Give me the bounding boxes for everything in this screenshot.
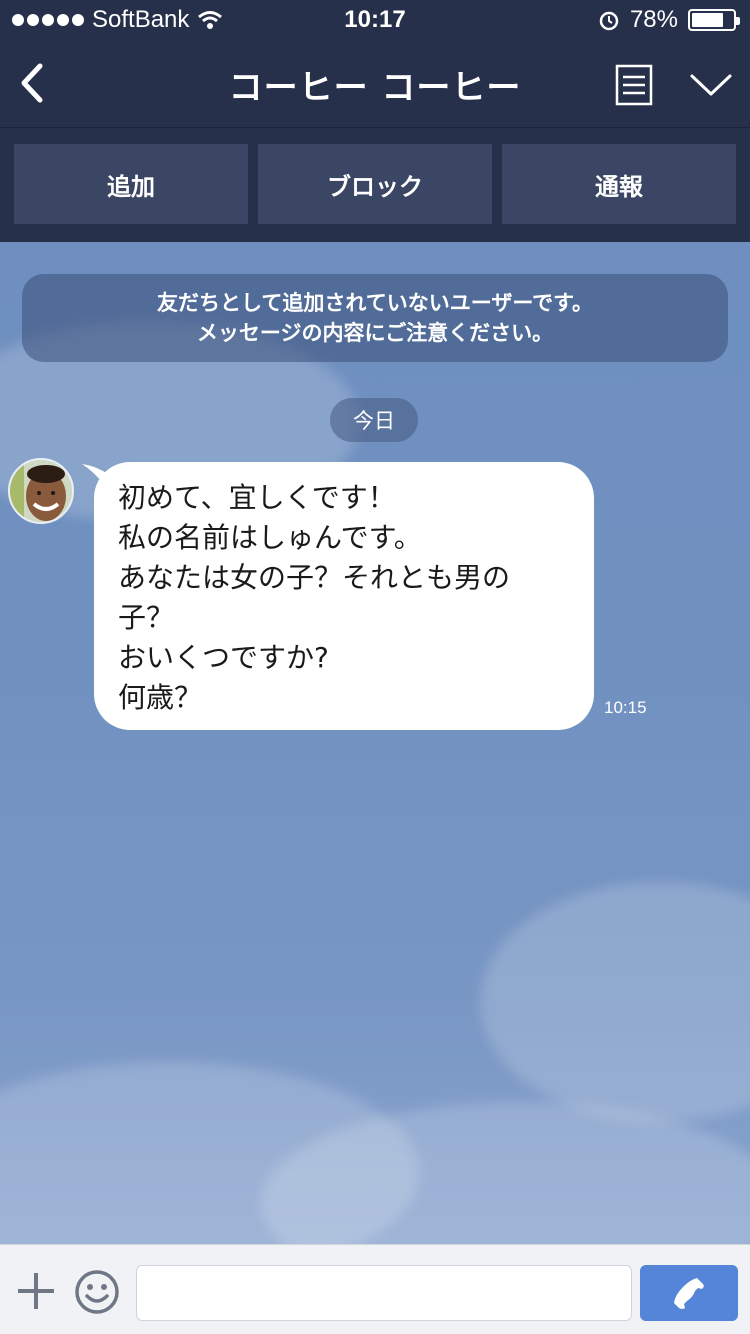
avatar-image — [10, 460, 72, 522]
battery-icon — [688, 9, 740, 31]
message-line: 何歳？ — [118, 681, 203, 714]
input-bar — [0, 1244, 750, 1334]
status-right: 78% — [598, 6, 740, 34]
battery-fill — [692, 13, 724, 27]
notice-line: 友だちとして追加されていないユーザーです。 — [157, 291, 593, 315]
chat-header: コーヒー コーヒー — [0, 40, 750, 128]
notice-line: メッセージの内容にご注意ください。 — [196, 321, 554, 345]
status-bar: SoftBank 10:17 78% — [0, 0, 750, 40]
battery-percent: 78% — [629, 6, 678, 33]
call-button[interactable] — [640, 1265, 738, 1321]
avatar[interactable] — [8, 458, 74, 524]
message-input[interactable] — [136, 1265, 632, 1321]
message-line: 初めて、宜しくです！ — [118, 481, 396, 514]
message-line: 私の名前はしゅんです。 — [118, 521, 422, 554]
date-separator: 今日 — [330, 398, 418, 442]
friend-action-bar: 追加 ブロック 通報 — [0, 128, 750, 242]
alarm-icon — [599, 11, 619, 31]
chevron-down-icon[interactable] — [688, 70, 734, 100]
menu-list-icon[interactable] — [614, 64, 654, 106]
plus-icon[interactable] — [16, 1271, 56, 1311]
message-line: おいくつですか? — [118, 641, 329, 674]
message-line: あなたは女の子？それとも男の — [118, 561, 511, 594]
unknown-user-notice: 友だちとして追加されていないユーザーです。 メッセージの内容にご注意ください。 — [22, 274, 728, 362]
background-cloud — [480, 882, 750, 1122]
message-bubble[interactable]: 初めて、宜しくです！ 私の名前はしゅんです。 あなたは女の子？それとも男の 子？… — [94, 462, 594, 730]
emoji-icon[interactable] — [74, 1269, 120, 1315]
block-button[interactable]: ブロック — [258, 144, 492, 224]
chat-area[interactable]: 友だちとして追加されていないユーザーです。 メッセージの内容にご注意ください。 … — [0, 242, 750, 1244]
message-timestamp: 10:15 — [604, 698, 647, 717]
message-line: 子？ — [118, 601, 175, 634]
report-button[interactable]: 通報 — [502, 144, 736, 224]
phone-icon — [674, 1278, 704, 1309]
add-friend-button[interactable]: 追加 — [14, 144, 248, 224]
